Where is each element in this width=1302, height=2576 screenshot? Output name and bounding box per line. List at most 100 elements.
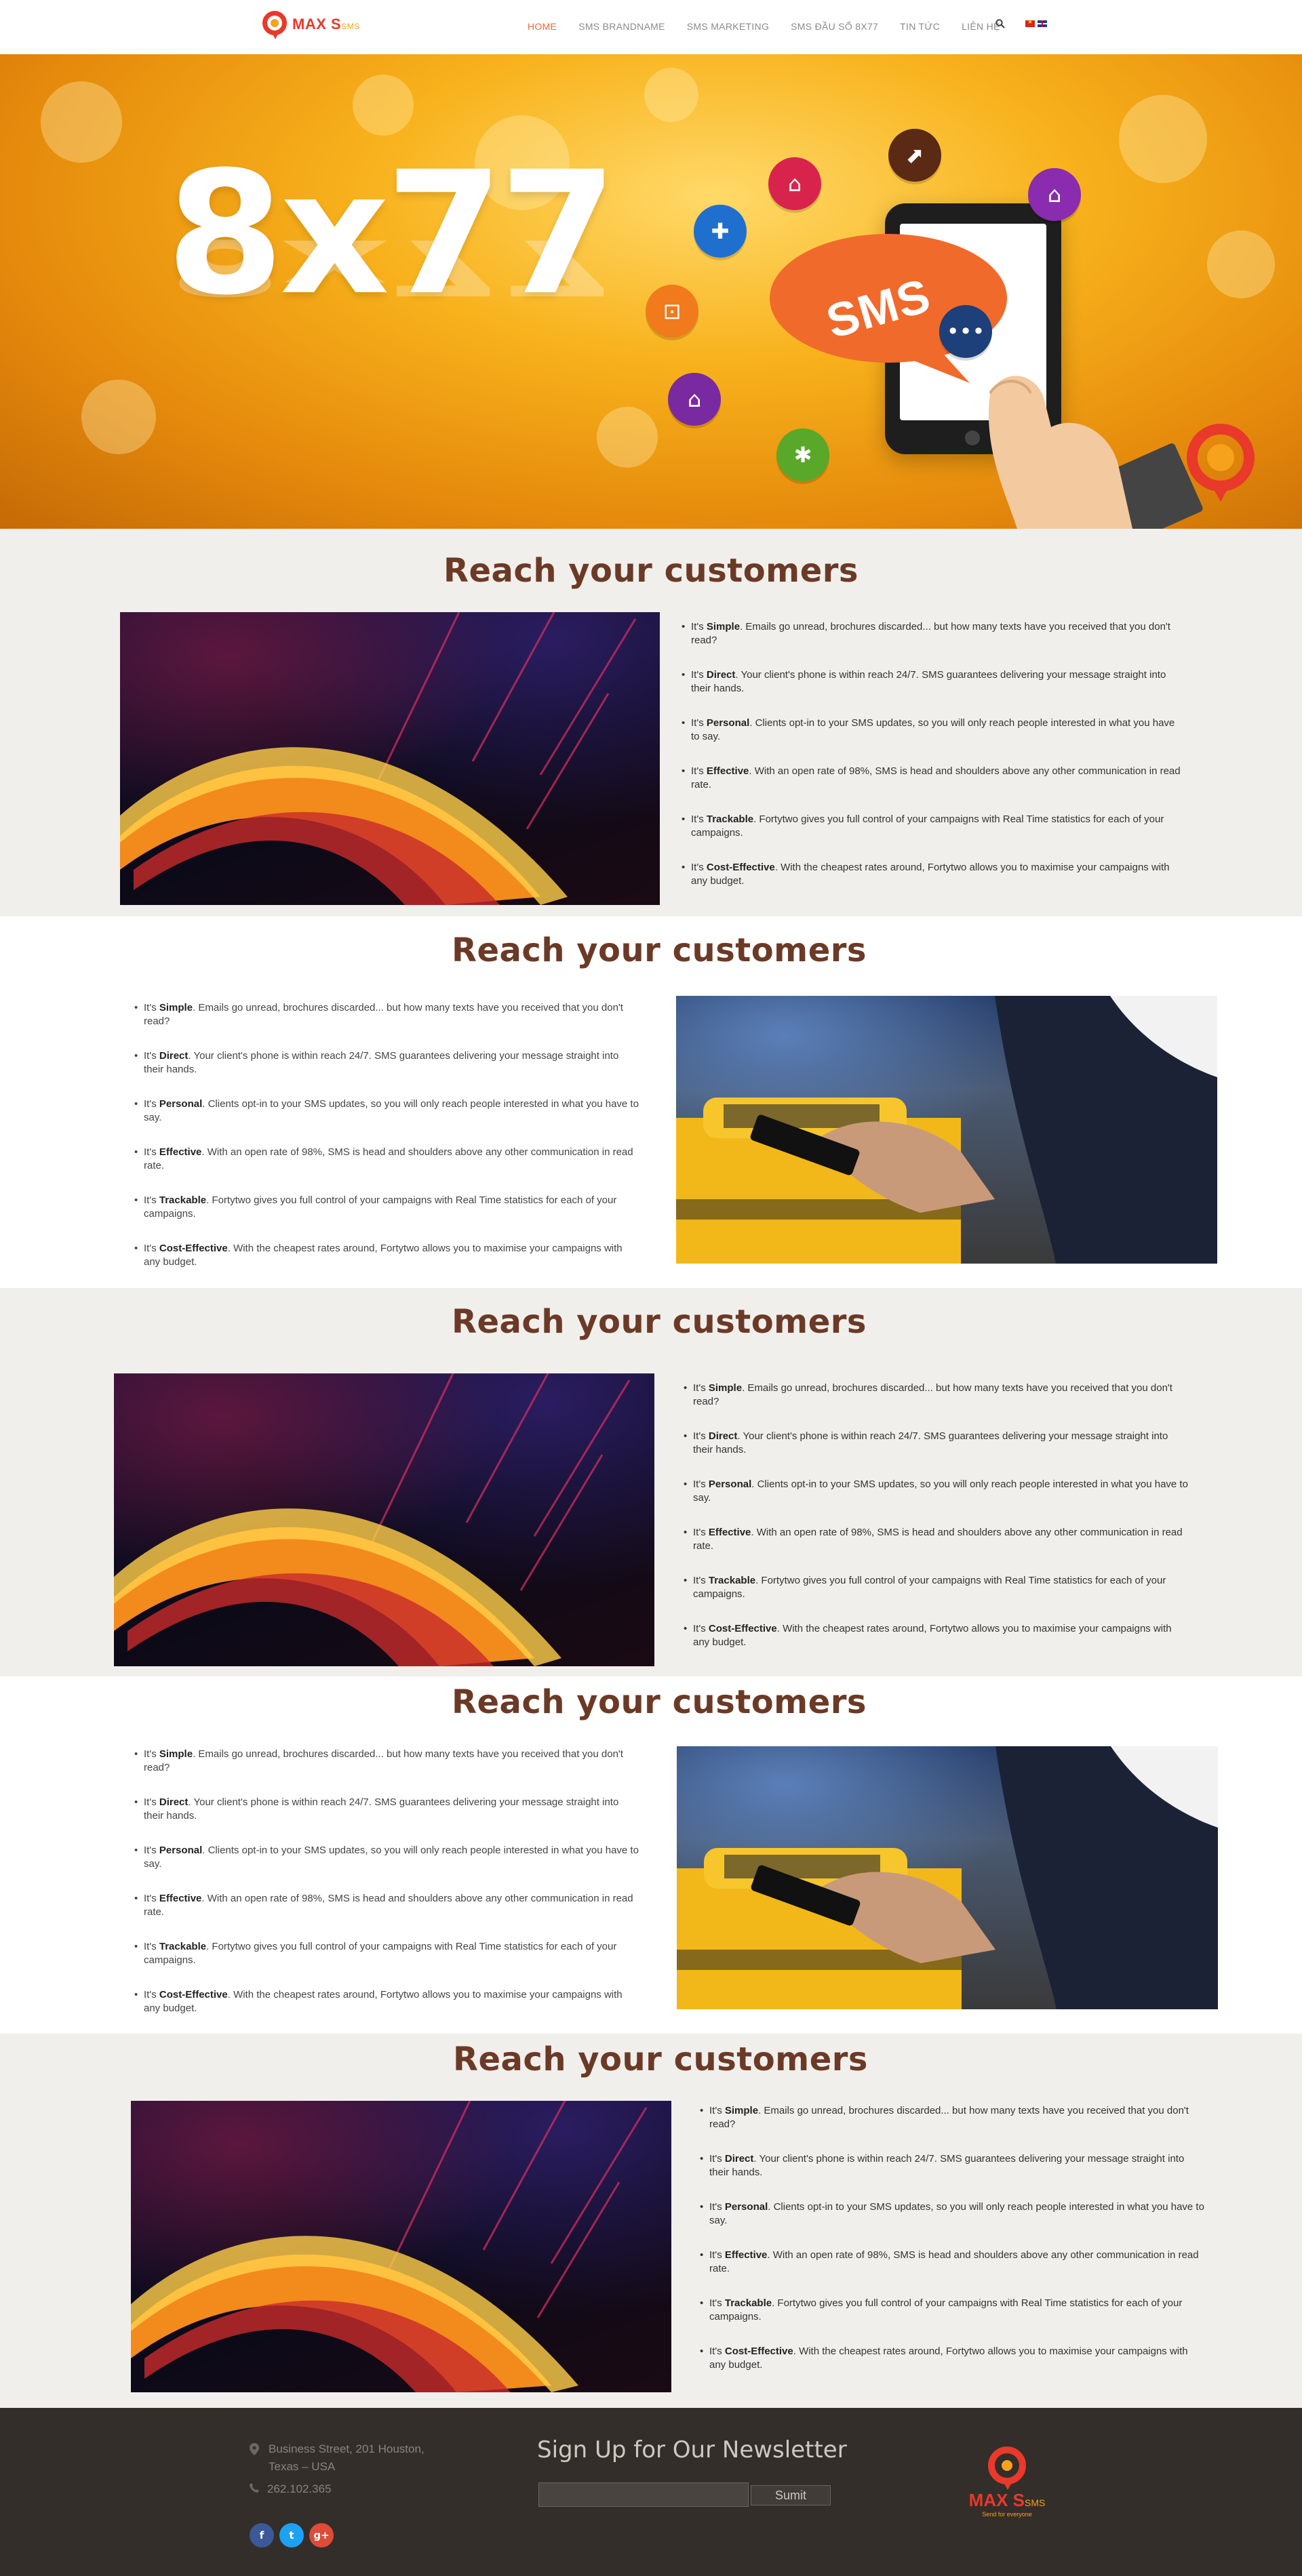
flag-vn-icon[interactable] — [1025, 18, 1035, 27]
feature-list: It's Simple. Emails go unread, brochures… — [134, 1748, 639, 2036]
search-icon[interactable] — [995, 19, 1005, 28]
feature-item: It's Personal. Clients opt-in to your SM… — [700, 2200, 1205, 2228]
google-plus-icon[interactable]: g+ — [309, 2523, 334, 2548]
feature-item: It's Direct. Your client's phone is with… — [682, 668, 1183, 696]
footer-logo-text: MAX SSMS — [968, 2490, 1046, 2510]
bokeh-light — [597, 407, 658, 468]
feature-item: It's Effective. With an open rate of 98%… — [134, 1892, 639, 1919]
feature-item: It's Personal. Clients opt-in to your SM… — [134, 1098, 639, 1125]
feature-item: It's Effective. With an open rate of 98%… — [134, 1146, 639, 1173]
menu-item-sms-brandname[interactable]: SMS BRANDNAME — [578, 21, 665, 32]
arrow-up-right-icon: ⬈ — [888, 129, 941, 182]
abstract-wave-image — [131, 2101, 671, 2392]
feature-section-1: Reach your customers It's Simple. Emails… — [0, 529, 1302, 917]
taxi-phone-image — [677, 1746, 1218, 2009]
feature-section-3: Reach your customers It's Simple. Emails… — [0, 1288, 1302, 1676]
section-title: Reach your customers — [452, 1683, 867, 1721]
bokeh-light — [81, 380, 156, 454]
bank-icon: ⌂ — [1028, 168, 1081, 221]
hero-banner: 8x77 8x77 SMS ••• ⌂ ⬈ ⌂ ✚ ⊡ ⌂ ✱ — [0, 54, 1302, 529]
bokeh-light — [1119, 95, 1207, 183]
bokeh-light — [644, 68, 698, 122]
menu-item-sms-marketing[interactable]: SMS MARKETING — [687, 21, 769, 32]
twitter-icon[interactable]: t — [279, 2523, 304, 2548]
newsletter-email-input[interactable] — [538, 2482, 749, 2507]
newsletter-submit-button[interactable]: Sumit — [751, 2485, 831, 2505]
chart-icon: ✱ — [776, 428, 829, 481]
feature-item: It's Simple. Emails go unread, brochures… — [684, 1382, 1189, 1409]
corner-logo-icon — [1187, 424, 1255, 502]
feature-section-5: Reach your customers It's Simple. Emails… — [0, 2034, 1302, 2408]
site-footer: Business Street, 201 Houston, Texas – US… — [0, 2408, 1302, 2576]
feature-item: It's Effective. With an open rate of 98%… — [700, 2249, 1205, 2276]
abstract-wave-image — [114, 1373, 654, 1666]
feature-item: It's Effective. With an open rate of 98%… — [682, 765, 1183, 792]
logo-mark-icon — [261, 9, 288, 39]
feature-item: It's Direct. Your client's phone is with… — [134, 1049, 639, 1076]
feature-section-2: Reach your customers It's Simple. Emails… — [0, 917, 1302, 1288]
footer-tagline: Send for everyone — [982, 2511, 1032, 2518]
bank-icon: ⌂ — [668, 373, 721, 426]
bokeh-light — [41, 81, 122, 163]
feature-list: It's Simple. Emails go unread, brochures… — [134, 1001, 639, 1290]
address-line: Texas – USA — [269, 2460, 336, 2473]
footer-phone: 262.102.365 — [250, 2482, 332, 2496]
menu-item-sms-8x77[interactable]: SMS ĐẦU SỐ 8X77 — [791, 21, 878, 32]
address-line: Business Street, 201 Houston, — [269, 2442, 425, 2455]
feature-list: It's Simple. Emails go unread, brochures… — [700, 2104, 1205, 2393]
feature-item: It's Personal. Clients opt-in to your SM… — [682, 717, 1183, 744]
feature-item: It's Simple. Emails go unread, brochures… — [682, 620, 1183, 647]
bokeh-light — [353, 75, 414, 136]
phone-number: 262.102.365 — [267, 2482, 332, 2495]
feature-item: It's Cost-Effective. With the cheapest r… — [700, 2345, 1205, 2372]
feature-item: It's Trackable. Fortytwo gives you full … — [682, 813, 1183, 840]
feature-item: It's Trackable. Fortytwo gives you full … — [134, 1194, 639, 1221]
feature-item: It's Effective. With an open rate of 98%… — [684, 1526, 1189, 1553]
chat-dots-icon: ••• — [939, 305, 992, 358]
feature-item: It's Direct. Your client's phone is with… — [134, 1796, 639, 1823]
facebook-icon[interactable]: f — [250, 2523, 274, 2548]
nav-tools — [995, 18, 1047, 28]
section-title: Reach your customers — [443, 552, 859, 590]
taxi-phone-image — [676, 996, 1217, 1264]
feature-item: It's Simple. Emails go unread, brochures… — [134, 1748, 639, 1775]
feature-item: It's Direct. Your client's phone is with… — [700, 2152, 1205, 2179]
phone-icon — [250, 2482, 259, 2496]
social-links: f t g+ — [250, 2523, 334, 2548]
feature-item: It's Personal. Clients opt-in to your SM… — [684, 1478, 1189, 1505]
menu-item-home[interactable]: HOME — [528, 21, 557, 32]
menu-item-news[interactable]: TIN TỨC — [900, 21, 940, 32]
footer-logo[interactable]: MAX SSMS Send for everyone — [956, 2445, 1058, 2533]
location-pin-icon — [250, 2443, 259, 2461]
hero-title-reflection: 8x77 — [166, 222, 614, 312]
shop-icon: ⌂ — [768, 157, 821, 210]
feature-item: It's Cost-Effective. With the cheapest r… — [134, 1988, 639, 2015]
section-title: Reach your customers — [452, 931, 867, 969]
menu-item-contact[interactable]: LIÊN HỆ — [962, 21, 1000, 32]
feature-item: It's Direct. Your client's phone is with… — [684, 1430, 1189, 1457]
feature-section-4: Reach your customers It's Simple. Emails… — [0, 1676, 1302, 2034]
section-title: Reach your customers — [452, 1303, 867, 1341]
logo-mark-icon — [987, 2445, 1027, 2490]
feature-item: It's Cost-Effective. With the cheapest r… — [682, 861, 1183, 888]
feature-item: It's Trackable. Fortytwo gives you full … — [700, 2297, 1205, 2324]
feature-item: It's Trackable. Fortytwo gives you full … — [134, 1940, 639, 1967]
gift-icon: ✚ — [694, 205, 747, 258]
feature-item: It's Trackable. Fortytwo gives you full … — [684, 1574, 1189, 1601]
top-navigation: MAX SSMS HOME SMS BRANDNAME SMS MARKETIN… — [0, 0, 1302, 54]
feature-item: It's Simple. Emails go unread, brochures… — [134, 1001, 639, 1028]
bokeh-light — [1207, 230, 1275, 298]
feature-item: It's Cost-Effective. With the cheapest r… — [684, 1622, 1189, 1649]
feature-list: It's Simple. Emails go unread, brochures… — [684, 1382, 1189, 1670]
footer-address: Business Street, 201 Houston, Texas – US… — [250, 2440, 425, 2476]
section-title: Reach your customers — [453, 2040, 868, 2078]
cart-icon: ⊡ — [646, 285, 698, 338]
flag-en-icon[interactable] — [1038, 20, 1047, 27]
feature-list: It's Simple. Emails go unread, brochures… — [682, 620, 1183, 909]
feature-item: It's Simple. Emails go unread, brochures… — [700, 2104, 1205, 2131]
brand-logo[interactable]: MAX SSMS — [261, 9, 360, 39]
feature-item: It's Personal. Clients opt-in to your SM… — [134, 1844, 639, 1871]
newsletter-title: Sign Up for Our Newsletter — [537, 2436, 847, 2463]
language-switcher — [1025, 18, 1047, 27]
logo-text: MAX SSMS — [292, 16, 360, 33]
